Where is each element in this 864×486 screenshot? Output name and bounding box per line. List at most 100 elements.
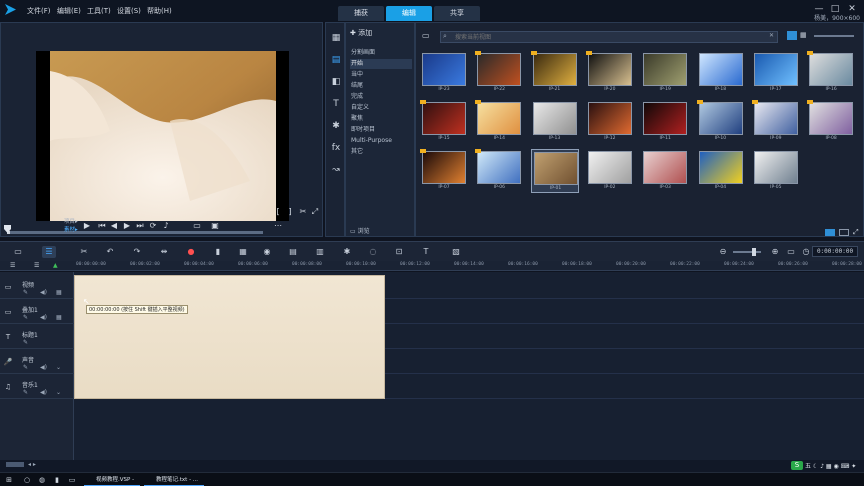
category-item[interactable]: 其它 bbox=[350, 147, 412, 157]
split-clip-icon[interactable]: ✂ bbox=[298, 207, 308, 217]
motion-tracking-icon[interactable]: ◉ bbox=[260, 246, 274, 258]
taskbar-app-notepad[interactable]: 教程笔记.txt - ... bbox=[144, 474, 204, 486]
record-capture-icon[interactable]: ● bbox=[184, 246, 198, 258]
template-thumbnail[interactable]: IP-03 bbox=[641, 149, 689, 193]
category-item[interactable]: 即时项目 bbox=[350, 125, 412, 135]
category-item[interactable]: 结尾 bbox=[350, 81, 412, 91]
repeat-icon[interactable]: ⟳ bbox=[148, 221, 158, 231]
path-icon[interactable]: ↝ bbox=[329, 163, 343, 177]
next-frame-icon[interactable]: ▶ bbox=[122, 221, 132, 231]
auto-music-icon[interactable]: ▦ bbox=[236, 246, 250, 258]
mic-icon[interactable]: ▮ bbox=[52, 475, 62, 485]
search-input[interactable] bbox=[455, 32, 755, 42]
sort-icon[interactable] bbox=[825, 229, 835, 236]
search-taskbar-icon[interactable]: ○ bbox=[22, 475, 32, 485]
transition-icon[interactable]: ◧ bbox=[329, 75, 343, 89]
enlarge-icon[interactable]: ⤢ bbox=[310, 207, 320, 217]
previous-frame-icon[interactable]: ◀ bbox=[109, 221, 119, 231]
track-edit-icon[interactable]: ✎ bbox=[23, 389, 28, 396]
template-thumbnail[interactable]: IP-23 bbox=[420, 51, 468, 95]
mask-creator-icon[interactable]: ✱ bbox=[340, 246, 354, 258]
timeline-view-icon[interactable]: ☰ bbox=[42, 246, 56, 258]
instant-project-icon[interactable]: ▤ bbox=[329, 53, 343, 67]
category-item-active[interactable]: 开始 bbox=[350, 59, 412, 69]
template-thumbnail[interactable]: IP-08 bbox=[807, 100, 855, 144]
menu-settings[interactable]: 设置(S) bbox=[117, 6, 141, 16]
scroll-arrows-icon[interactable]: ◂ ▸ bbox=[28, 461, 36, 468]
time-remapping-icon[interactable]: ◌ bbox=[366, 246, 380, 258]
audio-mixer-icon[interactable]: ▮ bbox=[211, 246, 225, 258]
ripple-edit-icon[interactable]: ▲ bbox=[53, 262, 58, 269]
thumbnail-size-slider[interactable] bbox=[814, 35, 854, 37]
template-thumbnail[interactable]: IP-02 bbox=[586, 149, 634, 193]
graphics-icon[interactable]: ✱ bbox=[329, 119, 343, 133]
template-thumbnail[interactable]: IP-13 bbox=[531, 100, 579, 144]
browse-button[interactable]: ▭ 浏览 bbox=[350, 226, 370, 235]
template-thumbnail[interactable]: IP-15 bbox=[420, 100, 468, 144]
search-bar[interactable]: ⌕ ✕ bbox=[440, 31, 778, 43]
scrubber-handle-icon[interactable] bbox=[4, 225, 11, 233]
view-options-icon[interactable] bbox=[839, 229, 849, 236]
undo-icon[interactable]: ↶ bbox=[103, 246, 117, 258]
category-item[interactable]: 聚焦 bbox=[350, 114, 412, 124]
fit-timeline-icon[interactable]: ▭ bbox=[784, 246, 798, 258]
template-thumbnail[interactable]: IP-17 bbox=[752, 51, 800, 95]
clip-mode-label[interactable]: 素材▸ bbox=[64, 225, 78, 233]
track-manager-icon[interactable]: ☰ bbox=[10, 262, 15, 269]
3d-title-icon[interactable]: T bbox=[419, 246, 433, 258]
track-options-icon[interactable]: ▦ bbox=[56, 289, 62, 296]
mark-in-icon[interactable]: [ bbox=[273, 207, 283, 217]
timeline-timecode[interactable]: 0:00:00:00 bbox=[812, 246, 858, 257]
track-edit-icon[interactable]: ✎ bbox=[23, 339, 28, 346]
browser-icon[interactable]: ◍ bbox=[37, 475, 47, 485]
template-thumbnail[interactable]: IP-09 bbox=[751, 100, 800, 144]
playback-scrubber[interactable] bbox=[7, 231, 263, 234]
template-thumbnail[interactable]: IP-19 bbox=[641, 51, 689, 95]
category-item[interactable]: Multi-Purpose bbox=[350, 136, 412, 146]
aspect-ratio-icon[interactable]: ▭ bbox=[192, 221, 202, 231]
add-category-button[interactable]: ✚ 添加 bbox=[350, 28, 372, 38]
template-thumbnail[interactable]: IP-11 bbox=[641, 100, 689, 144]
home-icon[interactable]: ⏮ bbox=[97, 221, 107, 231]
snapshot-icon[interactable]: ▣ bbox=[210, 221, 220, 231]
track-mute-icon[interactable]: ◀) bbox=[40, 364, 47, 371]
template-thumbnail[interactable]: IP-10 bbox=[696, 100, 745, 144]
track-mute-icon[interactable]: ◀) bbox=[40, 289, 47, 296]
project-mode-label[interactable]: 项目▸ bbox=[64, 217, 78, 225]
category-item[interactable]: 当中 bbox=[350, 70, 412, 80]
template-thumbnail[interactable]: IP-07 bbox=[420, 149, 468, 193]
tab-share[interactable]: 共享 bbox=[434, 6, 480, 21]
scroll-indicator[interactable] bbox=[6, 462, 24, 467]
play-icon[interactable]: ▶ bbox=[82, 221, 92, 231]
mark-out-icon[interactable]: ] bbox=[285, 207, 295, 217]
menu-edit[interactable]: 编辑(E) bbox=[57, 6, 81, 16]
pan-zoom-icon[interactable]: ⊡ bbox=[392, 246, 406, 258]
list-view-icon[interactable] bbox=[787, 31, 797, 40]
redo-icon[interactable]: ↷ bbox=[130, 246, 144, 258]
storyboard-view-icon[interactable]: ▭ bbox=[11, 246, 25, 258]
category-item[interactable]: 完成 bbox=[350, 92, 412, 102]
media-icon[interactable]: ▦ bbox=[329, 31, 343, 45]
expand-icon[interactable]: ⤢ bbox=[853, 228, 859, 237]
timeline-ruler[interactable]: 00:00:00:00 00:00:02:00 00:00:04:00 00:00:0… bbox=[74, 261, 864, 271]
template-thumbnail[interactable]: IP-22 bbox=[475, 51, 523, 95]
track-expand-icon[interactable]: ⌄ bbox=[56, 389, 61, 396]
menu-tools[interactable]: 工具(T) bbox=[87, 6, 111, 16]
chapter-icon[interactable]: ☰ bbox=[34, 262, 39, 269]
gallery-folder-icon[interactable]: ▭ bbox=[422, 31, 430, 40]
start-icon[interactable]: ⊞ bbox=[4, 475, 14, 485]
volume-icon[interactable]: ♪ bbox=[161, 221, 171, 231]
track-options-icon[interactable]: ▦ bbox=[56, 314, 62, 321]
dragged-clip[interactable] bbox=[74, 275, 385, 399]
subtitle-editor-icon[interactable]: ▤ bbox=[286, 246, 300, 258]
zoom-in-icon[interactable]: ⊕ bbox=[768, 246, 782, 258]
taskbar-app-videostudio[interactable]: 视频教程.VSP - ... bbox=[84, 474, 140, 486]
tab-capture[interactable]: 捕获 bbox=[338, 6, 384, 21]
template-thumbnail[interactable]: IP-01 bbox=[530, 149, 579, 193]
template-thumbnail[interactable]: IP-04 bbox=[697, 149, 745, 193]
tab-edit[interactable]: 编辑 bbox=[386, 6, 432, 21]
menu-file[interactable]: 文件(F) bbox=[27, 6, 51, 16]
template-thumbnail[interactable]: IP-21 bbox=[530, 51, 579, 95]
category-item[interactable]: 分割画面 bbox=[350, 48, 412, 58]
tools-icon[interactable]: ✂ bbox=[77, 246, 91, 258]
